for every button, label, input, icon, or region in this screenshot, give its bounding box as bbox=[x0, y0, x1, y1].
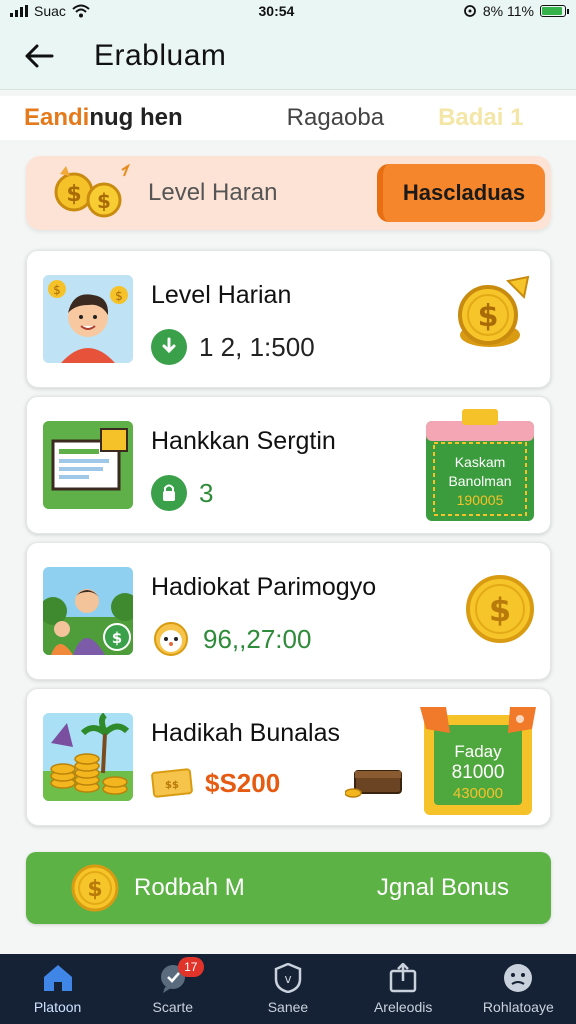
coin-bag-icon: $ $ bbox=[54, 164, 130, 218]
card-value: 3 bbox=[199, 477, 214, 508]
card-title: Level Harian bbox=[151, 281, 292, 309]
treasure-chest-icon bbox=[345, 770, 402, 798]
voucher-line-3: 430000 bbox=[452, 785, 504, 802]
treasure-thumbnail bbox=[43, 713, 133, 801]
carrier-name: Suac bbox=[34, 3, 66, 19]
card-title: Hankkan Sergtin bbox=[151, 427, 336, 455]
share-icon bbox=[389, 963, 417, 993]
home-icon bbox=[43, 965, 72, 991]
profile-icon bbox=[504, 964, 533, 992]
daily-level-banner: $ $ Level Haran Hascladuas bbox=[26, 156, 551, 230]
bonus-left-label: Rodbah M bbox=[134, 874, 245, 901]
voucher-line-1: Kaskam bbox=[454, 454, 506, 470]
task-card-hankkan[interactable]: Hankkan Sergtin 3 Kaskam Banolman 190005 bbox=[26, 396, 551, 534]
nav-item-areleodis[interactable]: Areleodis bbox=[348, 963, 458, 1015]
family-thumbnail: $ bbox=[43, 567, 133, 655]
voucher-card: Faday 81000 430000 bbox=[420, 701, 536, 819]
card-title: Hadikah Bunalas bbox=[151, 719, 341, 747]
voucher-line-1: Faday bbox=[454, 742, 502, 761]
app-header: Erabluam bbox=[0, 22, 576, 90]
notification-badge: 17 bbox=[177, 957, 204, 977]
bottom-nav: Platoon 17 Scarte v Sanee Areleodis Rohl… bbox=[0, 954, 576, 1024]
bonus-right-label: Jgnal Bonus bbox=[376, 874, 509, 901]
claim-button[interactable]: Hascladuas bbox=[377, 164, 545, 222]
cat-face-icon bbox=[154, 622, 188, 656]
svg-text:$: $ bbox=[489, 591, 511, 629]
clock: 30:54 bbox=[258, 3, 295, 19]
ticket-icon: $$ bbox=[151, 768, 193, 798]
banner-label: Level Haran bbox=[148, 179, 278, 206]
card-title: Hadiokat Parimogyo bbox=[151, 573, 377, 601]
nav-item-profile[interactable]: Rohlatoaye bbox=[463, 963, 573, 1015]
coin-stack-icon: $ bbox=[446, 271, 536, 366]
nav-item-sanee[interactable]: v Sanee bbox=[233, 963, 343, 1015]
wifi-icon bbox=[72, 4, 90, 18]
shield-icon: v bbox=[274, 963, 302, 993]
signal-icon bbox=[10, 5, 28, 17]
svg-text:$: $ bbox=[87, 877, 102, 902]
status-bar: Suac 30:54 8% 11% bbox=[0, 0, 576, 22]
nav-item-home[interactable]: Platoon bbox=[3, 963, 113, 1015]
hand-coin-icon bbox=[151, 329, 187, 365]
tab-badai[interactable]: Badai 1 bbox=[438, 104, 523, 132]
card-value: $S200 bbox=[205, 767, 281, 798]
svg-text:$$: $$ bbox=[165, 780, 179, 791]
back-button[interactable] bbox=[22, 39, 56, 73]
tab-bar: Eandinug hen Ragaoba Badai 1 bbox=[0, 96, 576, 140]
dollar-coin-icon: $ bbox=[464, 573, 536, 650]
svg-text:$: $ bbox=[66, 182, 81, 207]
arrow-left-icon bbox=[25, 44, 54, 67]
voucher-line-2: Banolman bbox=[448, 473, 512, 489]
whiteboard-thumbnail bbox=[43, 421, 133, 509]
nav-item-scarte[interactable]: 17 Scarte bbox=[118, 957, 228, 1015]
svg-text:$: $ bbox=[53, 283, 61, 297]
coin-icon: $ bbox=[71, 864, 119, 912]
voucher-card: Kaskam Banolman 190005 bbox=[424, 409, 536, 523]
svg-text:$: $ bbox=[478, 299, 499, 334]
task-card-hadiokat[interactable]: $ Hadiokat Parimogyo 96,,27:00 $ bbox=[26, 542, 551, 680]
voucher-line-3: 190005 bbox=[456, 492, 504, 508]
card-value: 1 2, 1:500 bbox=[199, 331, 315, 362]
alarm-icon bbox=[463, 5, 476, 17]
task-card-level-harian[interactable]: $ $ Level Harian 1 2, 1:500 $ bbox=[26, 250, 551, 388]
battery-icon bbox=[540, 5, 569, 17]
svg-text:$: $ bbox=[115, 289, 123, 303]
card-value: 96,,27:00 bbox=[203, 623, 312, 654]
task-card-hadikah[interactable]: Hadikah Bunalas $$ $S200 Faday 81000 430… bbox=[26, 688, 551, 826]
svg-text:$: $ bbox=[97, 189, 111, 213]
svg-text:$: $ bbox=[112, 629, 122, 647]
daily-bonus-button[interactable]: $ Rodbah M Jgnal Bonus bbox=[26, 852, 551, 924]
battery-percent: 8% 11% bbox=[482, 3, 534, 19]
svg-text:v: v bbox=[284, 972, 291, 986]
page-title: Erabluam bbox=[94, 38, 227, 72]
tab-ragaoba[interactable]: Ragaoba bbox=[287, 104, 384, 132]
voucher-line-2: 81000 bbox=[451, 762, 505, 783]
lock-icon bbox=[151, 475, 187, 511]
tab-earning[interactable]: Eandinug hen bbox=[24, 104, 183, 132]
avatar: $ $ bbox=[43, 275, 133, 363]
